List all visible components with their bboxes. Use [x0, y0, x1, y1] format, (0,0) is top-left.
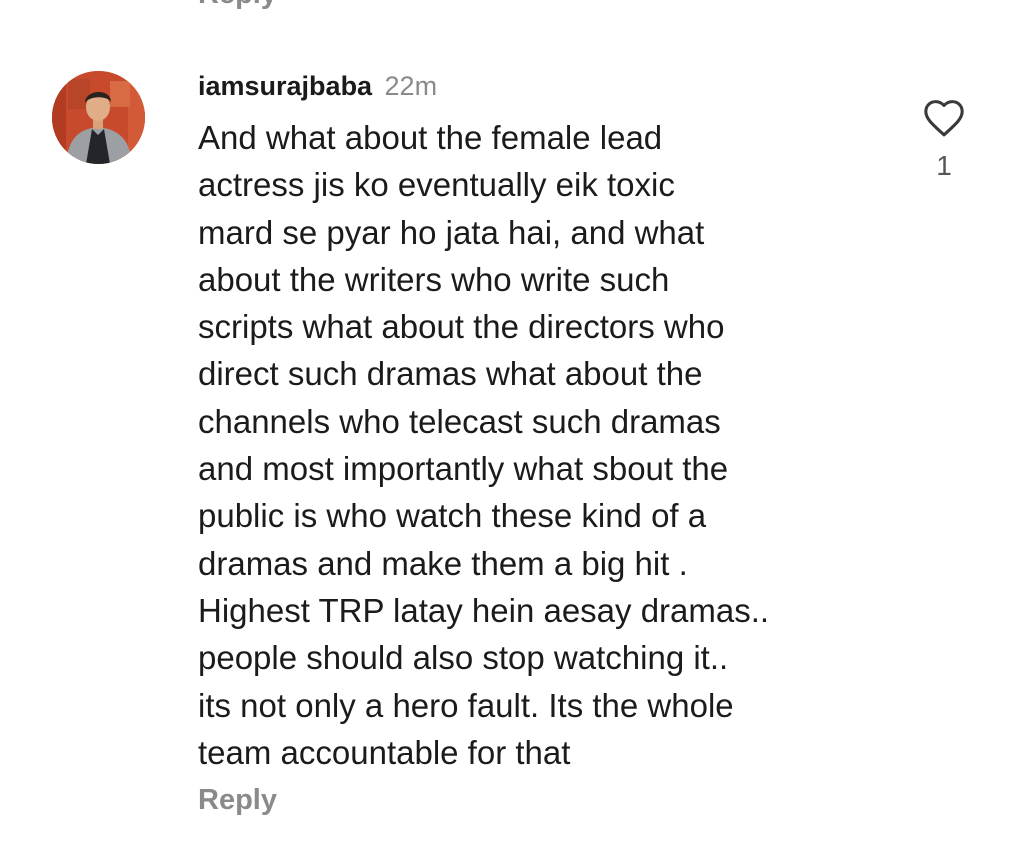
comment-text-line: And what about the female lead: [198, 119, 663, 156]
comment-body: iamsurajbaba 22m And what about the fema…: [198, 66, 858, 776]
comment-text: And what about the female lead actress j…: [198, 114, 858, 776]
avatar-photo: [52, 71, 145, 164]
comment-text-line: dramas and make them a big hit .: [198, 544, 688, 582]
comment-text-line: people should also stop watching it..: [198, 639, 729, 677]
comment-text-line: Highest TRP latay hein aesay dramas..: [198, 591, 770, 629]
reply-button[interactable]: Reply: [198, 784, 277, 817]
username[interactable]: iamsurajbaba: [198, 71, 372, 101]
like-count: 1: [936, 150, 952, 181]
heart-outline-icon[interactable]: [922, 98, 966, 138]
comment-text-line: its not only a hero fault. Its the whole: [198, 686, 734, 724]
comment-meta: iamsurajbaba 22m: [198, 66, 858, 106]
like-button[interactable]: 1: [918, 98, 970, 182]
comment-text-line: direct such dramas what about the: [198, 355, 703, 393]
comment-text-line: actress jis ko eventually eik toxic: [198, 166, 675, 204]
comment-text-line: scripts what about the directors who: [198, 308, 725, 346]
comment-item: iamsurajbaba 22m And what about the fema…: [0, 0, 1024, 845]
comment-text-line: channels who telecast such dramas: [198, 402, 721, 440]
timestamp: 22m: [384, 71, 438, 101]
comment-text-line: public is who watch these kind of a: [198, 497, 707, 535]
comment-text-line: mard se pyar ho jata hai, and what: [198, 213, 705, 251]
comment-text-line: and most importantly what sbout the: [198, 450, 729, 488]
comment-text-line: about the writers who write such: [198, 260, 670, 298]
comment-text-line: team accountable for that: [198, 733, 571, 771]
avatar[interactable]: [52, 71, 145, 164]
